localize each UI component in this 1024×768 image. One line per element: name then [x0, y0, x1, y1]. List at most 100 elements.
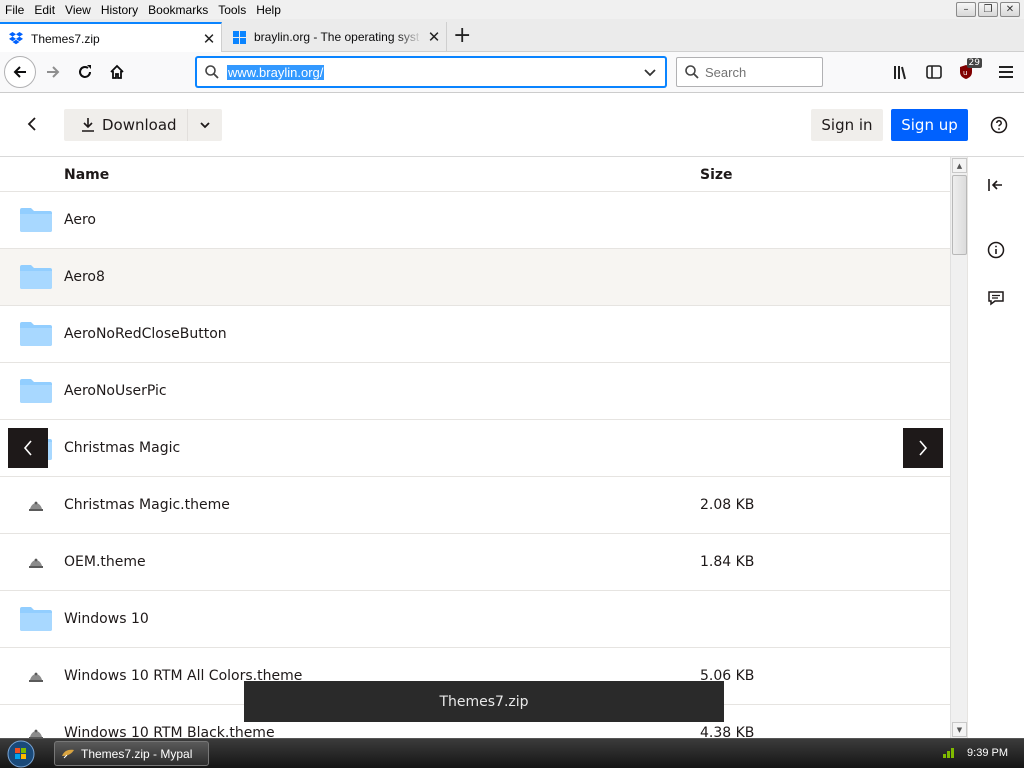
window-controls: – ❐ ✕	[956, 2, 1020, 17]
file-row[interactable]: Christmas Magic.theme 2.08 KB	[0, 477, 950, 534]
menu-help[interactable]: Help	[251, 3, 286, 17]
search-icon	[685, 65, 699, 79]
folder-row[interactable]: Christmas Magic	[0, 420, 950, 477]
folder-row[interactable]: AeroNoRedCloseButton	[0, 306, 950, 363]
help-icon[interactable]	[986, 112, 1012, 138]
column-header-name[interactable]: Name	[64, 167, 109, 183]
menu-file[interactable]: File	[0, 3, 29, 17]
sign-in-button[interactable]: Sign in	[811, 109, 883, 141]
mypal-icon	[62, 749, 74, 758]
close-tab-icon[interactable]: ✕	[422, 28, 446, 46]
file-name[interactable]: Aero	[64, 212, 96, 228]
file-name[interactable]: Windows 10 RTM Black.theme	[64, 725, 275, 738]
start-button[interactable]	[4, 739, 38, 768]
theme-file-icon	[20, 550, 52, 574]
folder-row[interactable]: AeroNoUserPic	[0, 363, 950, 420]
scroll-up-arrow-icon[interactable]: ▲	[952, 158, 967, 173]
menu-tools[interactable]: Tools	[213, 3, 251, 17]
taskbar-item-mypal[interactable]: Themes7.zip - Mypal	[54, 741, 209, 766]
column-header-size[interactable]: Size	[700, 167, 733, 183]
back-button[interactable]	[4, 56, 36, 88]
svg-text:u: u	[963, 69, 967, 77]
tab-themes7[interactable]: Themes7.zip ✕	[0, 22, 222, 53]
folder-row[interactable]: Aero	[0, 192, 950, 249]
folder-icon	[20, 265, 52, 289]
file-name[interactable]: AeroNoRedCloseButton	[64, 326, 227, 342]
vertical-scrollbar[interactable]: ▲ ▼	[950, 157, 967, 738]
filename-toast: Themes7.zip	[244, 681, 724, 722]
folder-icon	[20, 607, 52, 631]
theme-file-icon	[20, 493, 52, 517]
file-size: 2.08 KB	[700, 497, 755, 513]
next-file-button[interactable]	[903, 428, 943, 468]
library-icon[interactable]	[886, 57, 918, 87]
system-tray: 9:39 PM	[941, 746, 1008, 760]
file-name[interactable]: Aero8	[64, 269, 105, 285]
search-icon	[197, 65, 227, 79]
network-icon	[943, 748, 955, 758]
ublock-badge: 29	[966, 58, 982, 68]
file-name[interactable]: Christmas Magic.theme	[64, 497, 230, 513]
search-input[interactable]: Search	[676, 57, 823, 87]
file-size: 1.84 KB	[700, 554, 755, 570]
file-name[interactable]: Windows 10	[64, 611, 149, 627]
menu-bookmarks[interactable]: Bookmarks	[143, 3, 213, 17]
chevron-right-icon	[919, 440, 928, 456]
hamburger-menu-icon[interactable]	[990, 57, 1022, 87]
info-icon[interactable]	[985, 239, 1007, 261]
windows-start-icon	[7, 740, 35, 768]
url-bar[interactable]: www.braylin.org/	[196, 57, 666, 87]
ublock-icon[interactable]: u 29	[950, 57, 982, 87]
minimize-button[interactable]: –	[956, 2, 976, 17]
close-window-button[interactable]: ✕	[1000, 2, 1020, 17]
windows-icon	[232, 30, 246, 44]
menu-bar: File Edit View History Bookmarks Tools H…	[0, 0, 1024, 19]
theme-file-icon	[20, 721, 52, 738]
chevron-down-icon	[199, 122, 210, 129]
scroll-down-arrow-icon[interactable]: ▼	[952, 722, 967, 737]
download-button[interactable]: Download	[64, 109, 188, 141]
file-list: Name Size Aero Aero8 AeroNoRedCloseButton A…	[0, 157, 950, 738]
menu-edit[interactable]: Edit	[29, 3, 60, 17]
reader-sidebar-icon[interactable]	[918, 57, 950, 87]
reload-button[interactable]	[70, 57, 100, 87]
chevron-down-icon[interactable]	[643, 65, 657, 82]
close-tab-icon[interactable]: ✕	[197, 30, 221, 48]
folder-icon	[20, 208, 52, 232]
file-name[interactable]: Christmas Magic	[64, 440, 180, 456]
side-panel	[967, 157, 1024, 738]
tab-strip: Themes7.zip ✕ braylin.org - The operatin…	[0, 19, 1024, 53]
list-header: Name Size	[0, 157, 950, 192]
folder-row[interactable]: Windows 10	[0, 591, 950, 648]
download-button-group: Download	[64, 109, 222, 141]
forward-button[interactable]	[38, 57, 68, 87]
clock[interactable]: 9:39 PM	[967, 747, 1008, 759]
sign-up-button[interactable]: Sign up	[891, 109, 968, 141]
file-rows: Aero Aero8 AeroNoRedCloseButton AeroNoUserP…	[0, 192, 950, 738]
home-button[interactable]	[102, 57, 132, 87]
back-chevron-icon[interactable]	[20, 112, 44, 136]
menu-history[interactable]: History	[96, 3, 143, 17]
tab-title: Themes7.zip	[31, 31, 100, 46]
theme-file-icon	[20, 664, 52, 688]
comment-icon[interactable]	[985, 287, 1007, 309]
navigation-toolbar: www.braylin.org/ Search u 29	[0, 52, 1024, 93]
file-name[interactable]: AeroNoUserPic	[64, 383, 167, 399]
download-label: Download	[102, 116, 177, 134]
dropbox-icon	[9, 32, 23, 46]
file-name[interactable]: OEM.theme	[64, 554, 146, 570]
restore-button[interactable]: ❐	[978, 2, 998, 17]
previous-file-button[interactable]	[8, 428, 48, 468]
folder-row[interactable]: Aero8	[0, 249, 950, 306]
folder-icon	[20, 379, 52, 403]
tab-title: braylin.org - The operating syst	[254, 30, 420, 44]
collapse-panel-icon[interactable]	[985, 174, 1007, 196]
download-options-button[interactable]	[188, 109, 222, 141]
tab-braylin[interactable]: braylin.org - The operating syst ✕	[223, 22, 447, 52]
scrollbar-thumb[interactable]	[952, 175, 967, 255]
new-tab-icon[interactable]: +	[453, 25, 471, 47]
taskbar-item-label: Themes7.zip - Mypal	[81, 746, 193, 761]
file-row[interactable]: OEM.theme 1.84 KB	[0, 534, 950, 591]
menu-view[interactable]: View	[60, 3, 96, 17]
url-text[interactable]: www.braylin.org/	[227, 64, 325, 80]
